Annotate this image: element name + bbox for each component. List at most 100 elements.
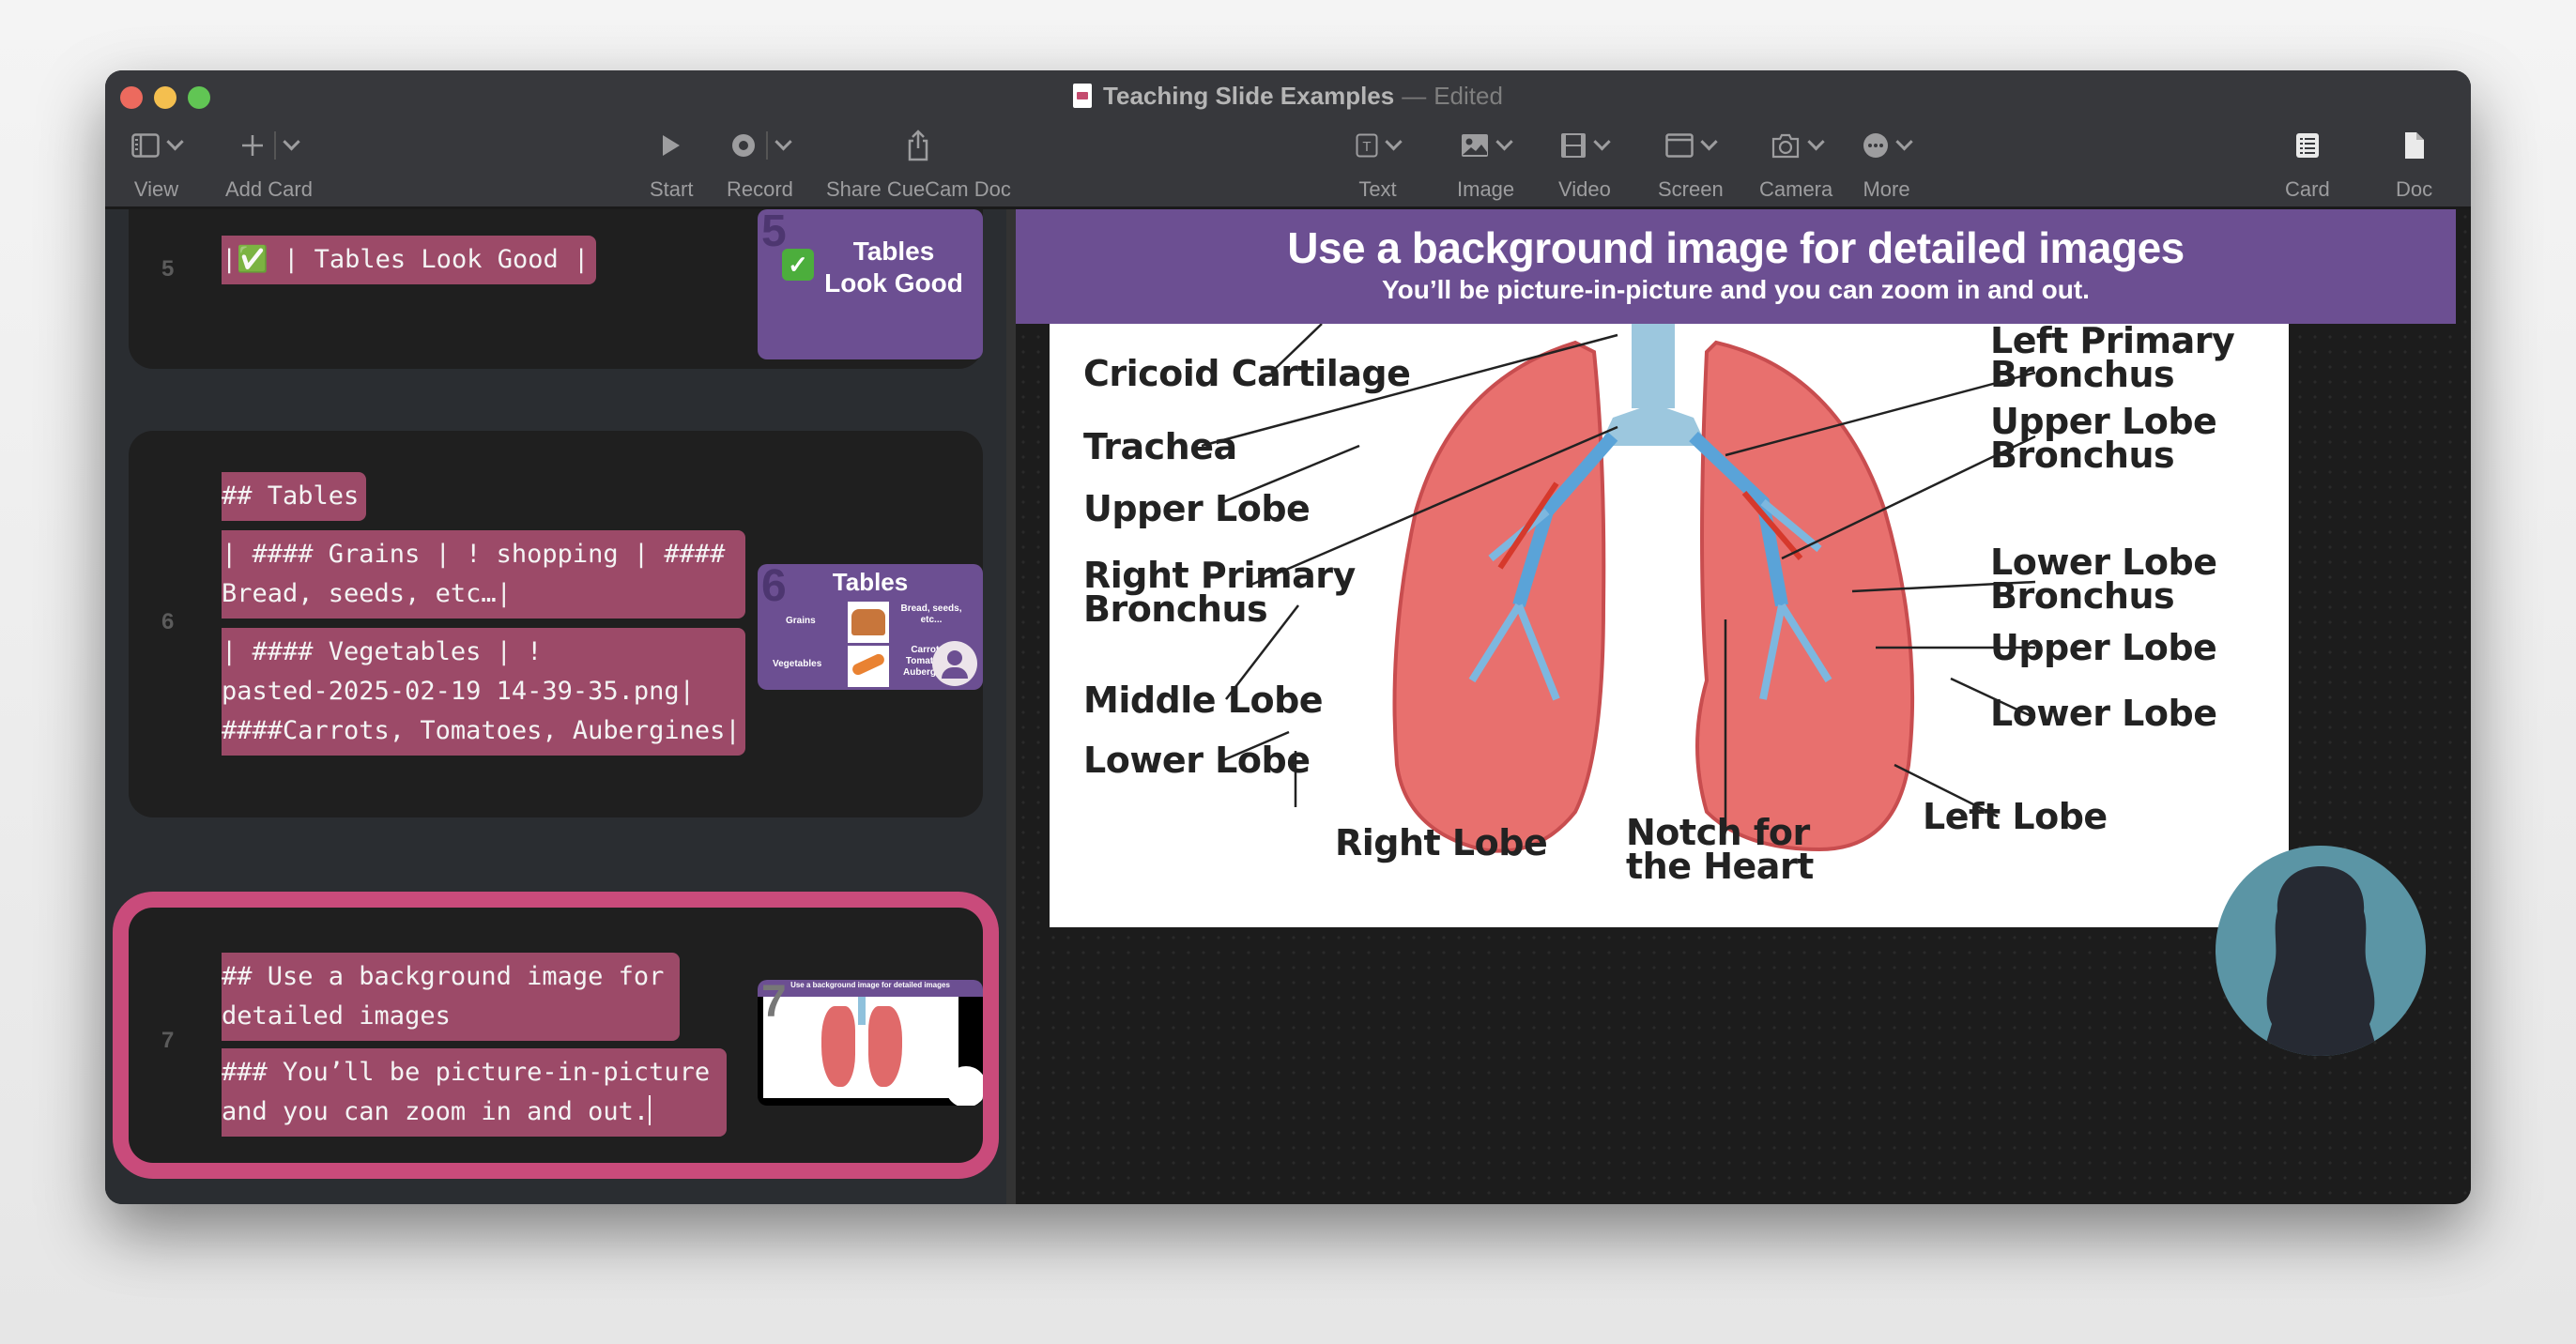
edited-status: Edited [1434, 82, 1503, 110]
more-button[interactable]: More [1863, 127, 1913, 202]
card-list-icon [2295, 133, 2319, 158]
chevron-down-icon [1806, 132, 1825, 150]
card-view-button[interactable]: Card [2285, 127, 2330, 202]
card-label: Card [2285, 177, 2330, 201]
card-5-thumbnail[interactable]: 5 ✓ Tables Look Good [758, 209, 983, 359]
panel-divider[interactable] [1006, 209, 1016, 1204]
card-7[interactable]: 7 ## Use a background image for detailed… [129, 908, 983, 1163]
thumbnail-title: Use a background image for detailed imag… [758, 980, 983, 997]
markdown-line[interactable]: ### You’ll be picture-in-picture and you… [222, 1048, 727, 1137]
card-6[interactable]: 6 ## Tables | #### Grains | ! shopping |… [129, 431, 983, 817]
slide-subtitle: You’ll be picture-in-picture and you can… [1382, 275, 2090, 304]
chevron-down-icon [166, 132, 184, 150]
document-icon [2404, 132, 2424, 159]
diagram-label: Upper Lobe [1083, 488, 1311, 529]
record-label: Record [727, 177, 793, 201]
markdown-text: ### You’ll be picture-in-picture and you… [222, 1058, 711, 1126]
lung-diagram-image: Cricoid Cartilage Trachea Upper Lobe Rig… [1050, 324, 2289, 927]
svg-text:T: T [1362, 139, 1371, 155]
diagram-label: Upper Lobe Bronchus [1990, 401, 2217, 476]
diagram-label: Upper Lobe [1990, 627, 2217, 668]
slide-title: Use a background image for detailed imag… [1287, 223, 2185, 272]
table-cell: Grains [786, 616, 816, 626]
bread-image [848, 602, 889, 643]
add-card-label: Add Card [225, 177, 313, 201]
chevron-down-icon [1895, 132, 1913, 150]
chevron-down-icon [1700, 132, 1719, 150]
image-label: Image [1457, 177, 1515, 201]
app-window: Teaching Slide Examples — Edited View Add … [105, 70, 2471, 1204]
share-cuecam-doc-button[interactable]: Share CueCam Doc [826, 127, 1011, 202]
doc-view-button[interactable]: Doc [2396, 127, 2432, 202]
slide-preview: Use a background image for detailed imag… [1016, 209, 2471, 1204]
view-label: View [133, 177, 179, 201]
text-button[interactable]: T Text [1356, 127, 1403, 202]
markdown-text: | #### Vegetables | ! pasted-2025-02-19 … [222, 637, 741, 745]
markdown-text: |✅ | Tables Look Good | [222, 245, 590, 274]
share-icon [909, 130, 928, 161]
menu-separator [765, 131, 768, 160]
record-icon [731, 134, 755, 157]
menu-separator [273, 131, 276, 160]
doc-label: Doc [2396, 177, 2433, 201]
diagram-label: Middle Lobe [1083, 680, 1324, 721]
markdown-text: ## Tables [222, 481, 360, 511]
camera-icon [1771, 133, 1799, 159]
camera-button[interactable]: Camera [1759, 127, 1832, 202]
diagram-label: Lower Lobe [1990, 693, 2217, 734]
markdown-text: | #### Grains | ! shopping | #### Bread,… [222, 540, 726, 608]
plus-icon [241, 135, 263, 156]
presenter-avatar[interactable] [2216, 846, 2426, 1056]
card-number: 7 [161, 1028, 175, 1053]
text-cursor [649, 1095, 652, 1125]
image-icon [1462, 134, 1489, 157]
start-button[interactable]: Start [650, 127, 693, 202]
text-label: Text [1358, 177, 1397, 201]
markdown-line[interactable]: ## Tables [222, 472, 367, 521]
screen-label: Screen [1658, 177, 1724, 201]
table-cell: Vegetables [773, 659, 822, 669]
markdown-line[interactable]: |✅ | Tables Look Good | [222, 236, 597, 284]
markdown-line[interactable]: | #### Vegetables | ! pasted-2025-02-19 … [222, 628, 745, 756]
presenter-avatar-icon [932, 641, 977, 686]
chevron-down-icon [1593, 132, 1612, 150]
diagram-label: Right Primary Bronchus [1083, 555, 1356, 630]
sidebar-icon [131, 133, 160, 158]
chevron-down-icon[interactable] [283, 132, 300, 150]
ellipsis-icon [1863, 133, 1888, 158]
screen-button[interactable]: Screen [1658, 127, 1724, 202]
card-6-thumbnail[interactable]: 6 Tables Grains Bread, seeds, etc... Veg… [758, 564, 983, 690]
play-icon [663, 135, 681, 156]
diagram-label: Cricoid Cartilage [1083, 353, 1411, 394]
presenter-avatar-icon [945, 1066, 983, 1106]
thumbnail-number: 7 [761, 980, 787, 1027]
text-box-icon: T [1356, 133, 1378, 158]
card-7-thumbnail[interactable]: Use a background image for detailed imag… [758, 980, 983, 1106]
card-number: 5 [161, 256, 175, 282]
slide-title-banner: Use a background image for detailed imag… [1016, 209, 2456, 324]
card-list-panel[interactable]: 5 |✅ | Tables Look Good | 5 ✓ Tables Loo… [105, 209, 1006, 1204]
markdown-line[interactable]: | #### Grains | ! shopping | #### Bread,… [222, 530, 745, 619]
add-card-button[interactable]: Add Card [225, 127, 313, 202]
film-icon [1561, 133, 1587, 158]
card-5[interactable]: 5 |✅ | Tables Look Good | 5 ✓ Tables Loo… [129, 209, 983, 369]
share-label: Share CueCam Doc [826, 177, 1011, 201]
diagram-label: Right Lobe [1335, 822, 1548, 863]
title-separator: — [1402, 82, 1427, 110]
video-button[interactable]: Video [1558, 127, 1612, 202]
thumbnail-title: Tables [832, 568, 909, 596]
thumbnail-title: Look Good [824, 268, 963, 298]
markdown-line[interactable]: ## Use a background image for detailed i… [222, 953, 680, 1041]
view-button[interactable]: View [131, 127, 184, 202]
record-button[interactable]: Record [727, 127, 793, 202]
thumbnail-lung-image [763, 997, 958, 1098]
carrots-image [848, 646, 889, 687]
document-name: Teaching Slide Examples [1103, 82, 1395, 110]
thumbnail-title: Tables [852, 237, 935, 266]
chevron-down-icon [1385, 132, 1403, 150]
window-icon [1665, 133, 1694, 158]
camera-label: Camera [1759, 177, 1833, 201]
chevron-down-icon[interactable] [774, 132, 792, 150]
image-button[interactable]: Image [1457, 127, 1514, 202]
thumbnail-number: 5 [761, 209, 787, 256]
